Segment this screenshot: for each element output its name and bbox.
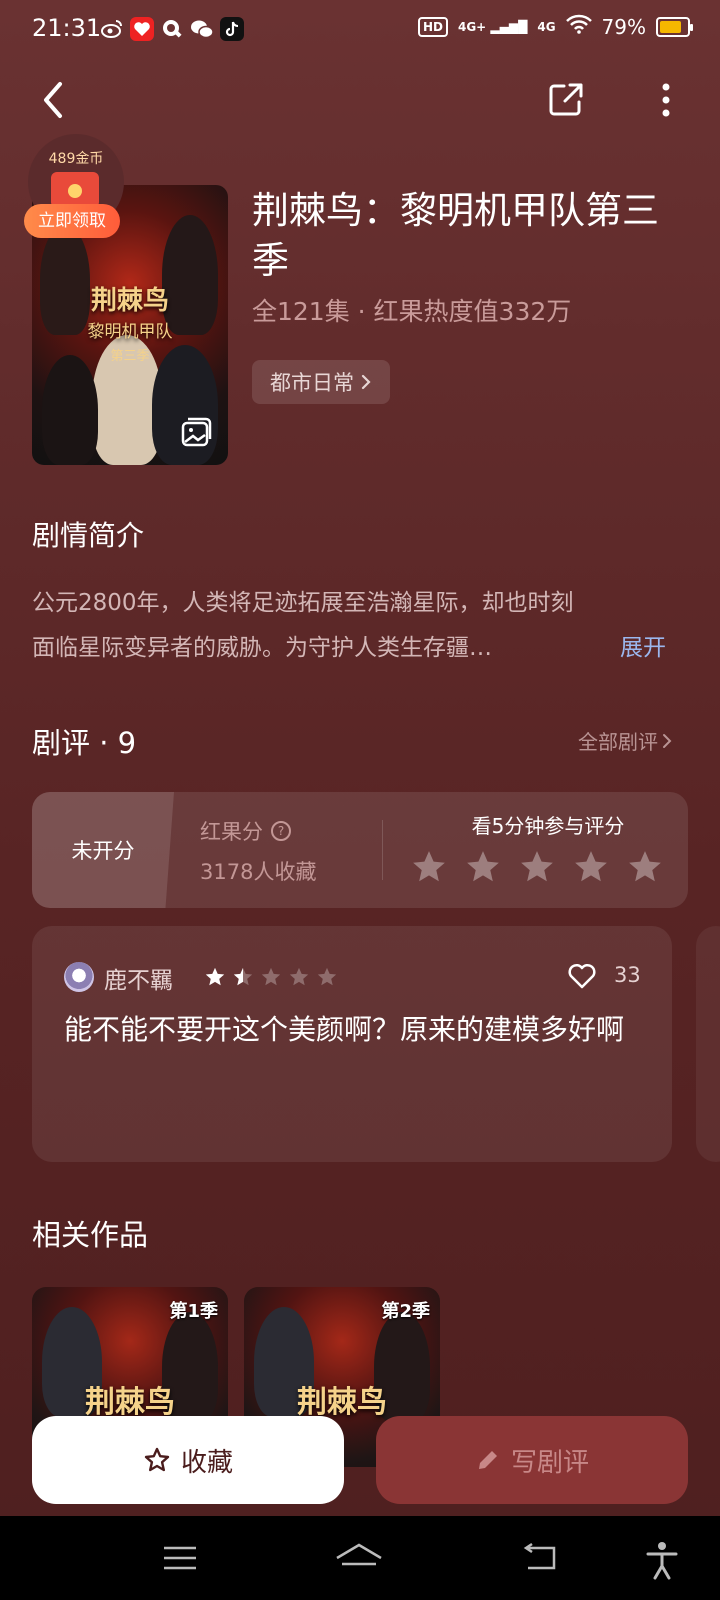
divider bbox=[382, 820, 383, 880]
synopsis-text-line2: 面临星际变异者的威胁。为守护人类生存疆… bbox=[32, 635, 492, 661]
signal-4g-icon: 4G bbox=[537, 19, 556, 34]
share-button[interactable] bbox=[544, 78, 588, 122]
hd-voice-icon: HD bbox=[417, 16, 448, 37]
expand-synopsis-link[interactable]: 展开 bbox=[620, 628, 666, 662]
favorite-label: 收藏 bbox=[180, 1447, 233, 1478]
write-review-label: 写剧评 bbox=[510, 1447, 589, 1478]
all-reviews-label: 全部剧评 bbox=[578, 730, 658, 754]
more-vertical-icon bbox=[662, 83, 670, 117]
battery-icon bbox=[656, 16, 693, 37]
review-text: 能不能不要开这个美颜啊？原来的建模多好啊 bbox=[64, 1013, 625, 1046]
red-envelope-icon bbox=[51, 172, 99, 208]
star-icon bbox=[205, 967, 225, 986]
status-indicators: HD 4G+ ▂▄▆█ 4G 79% bbox=[417, 14, 693, 39]
menu-icon[interactable] bbox=[160, 1540, 200, 1576]
chevron-right-icon bbox=[663, 733, 672, 748]
drama-title: 荆棘鸟：黎明机甲队第三季 bbox=[252, 189, 659, 282]
star-empty-icon bbox=[413, 851, 445, 882]
like-count: 33 bbox=[614, 963, 641, 987]
weibo-icon bbox=[100, 17, 124, 41]
system-navigation-bar bbox=[0, 1516, 720, 1600]
avatar[interactable] bbox=[64, 962, 94, 992]
related-heading: 相关作品 bbox=[32, 1218, 149, 1252]
accessibility-icon[interactable] bbox=[644, 1540, 684, 1580]
unrated-badge: 未开分 bbox=[32, 792, 174, 908]
season-badge: 第1季 bbox=[169, 1301, 218, 1322]
share-icon bbox=[549, 83, 583, 116]
star-icon bbox=[289, 967, 309, 986]
star-empty-icon bbox=[521, 851, 553, 882]
gallery-icon[interactable] bbox=[180, 415, 214, 449]
reviewer-name[interactable]: 鹿不羈 bbox=[104, 961, 173, 995]
star-empty-icon bbox=[467, 851, 499, 882]
review-card[interactable]: 鹿不羈 33 能不能不要开这个美颜啊？原来的建模多好啊 bbox=[32, 926, 672, 1162]
wechat-icon bbox=[190, 17, 214, 41]
genre-tag[interactable]: 都市日常 bbox=[252, 360, 390, 404]
tiktok-icon bbox=[220, 17, 244, 41]
synopsis-heading: 剧情简介 bbox=[32, 519, 145, 552]
write-review-button[interactable]: 写剧评 bbox=[376, 1416, 688, 1504]
poster-title: 荆棘鸟 bbox=[90, 286, 169, 316]
genre-label: 都市日常 bbox=[270, 371, 354, 395]
related-title: 荆棘鸟 bbox=[297, 1385, 387, 1420]
drama-meta: 全121集 · 红果热度值332万 bbox=[252, 297, 572, 326]
heart-icon[interactable] bbox=[566, 960, 598, 992]
signal-4g-plus-icon: 4G+ ▂▄▆█ bbox=[457, 19, 528, 34]
poster-season: 第三季 bbox=[110, 349, 150, 364]
star-outline-icon bbox=[144, 1447, 170, 1472]
wifi-icon bbox=[565, 14, 592, 39]
coin-amount: 489金币 bbox=[48, 151, 104, 167]
star-icon bbox=[261, 967, 281, 986]
review-stars bbox=[204, 966, 338, 988]
star-icon bbox=[317, 967, 337, 986]
rate-prompt: 看5分钟参与评分 bbox=[471, 814, 625, 838]
status-time: 21:31 bbox=[32, 14, 102, 42]
rating-card: 未开分 红果分 ? 3178人收藏 看5分钟参与评分 bbox=[32, 792, 688, 908]
star-empty-icon bbox=[629, 851, 661, 882]
season-badge: 第2季 bbox=[381, 1301, 430, 1322]
back-nav-icon[interactable] bbox=[520, 1540, 560, 1576]
more-options-button[interactable] bbox=[644, 78, 688, 122]
score-label: 红果分 ? bbox=[200, 816, 291, 846]
synopsis-text-line1: 公元2800年，人类将足迹拓展至浩瀚星际，却也时刻 bbox=[32, 590, 574, 616]
next-review-card[interactable] bbox=[696, 926, 720, 1162]
home-icon[interactable] bbox=[334, 1540, 384, 1576]
collect-count: 3178人收藏 bbox=[200, 860, 317, 884]
claim-reward-button[interactable]: 立即领取 bbox=[24, 204, 120, 238]
poster-subtitle: 黎明机甲队 bbox=[87, 322, 173, 342]
reviews-heading: 剧评 · 9 bbox=[32, 726, 137, 760]
star-empty-icon bbox=[575, 851, 607, 882]
favorite-button[interactable]: 收藏 bbox=[32, 1416, 344, 1504]
rating-stars[interactable] bbox=[410, 848, 664, 886]
star-icon bbox=[233, 967, 253, 986]
search-app-icon bbox=[160, 17, 184, 41]
back-arrow-icon bbox=[44, 82, 62, 118]
pencil-icon bbox=[478, 1451, 497, 1469]
related-title: 荆棘鸟 bbox=[85, 1385, 175, 1420]
chevron-right-icon bbox=[361, 374, 371, 390]
back-button[interactable] bbox=[32, 78, 76, 122]
status-bar: 21:31 HD 4G+ ▂▄▆█ 4G 79% bbox=[0, 0, 720, 60]
app-notification-icon bbox=[130, 17, 154, 41]
battery-percent: 79% bbox=[601, 14, 646, 39]
help-icon[interactable]: ? bbox=[271, 821, 291, 841]
all-reviews-link[interactable]: 全部剧评 bbox=[578, 726, 672, 755]
